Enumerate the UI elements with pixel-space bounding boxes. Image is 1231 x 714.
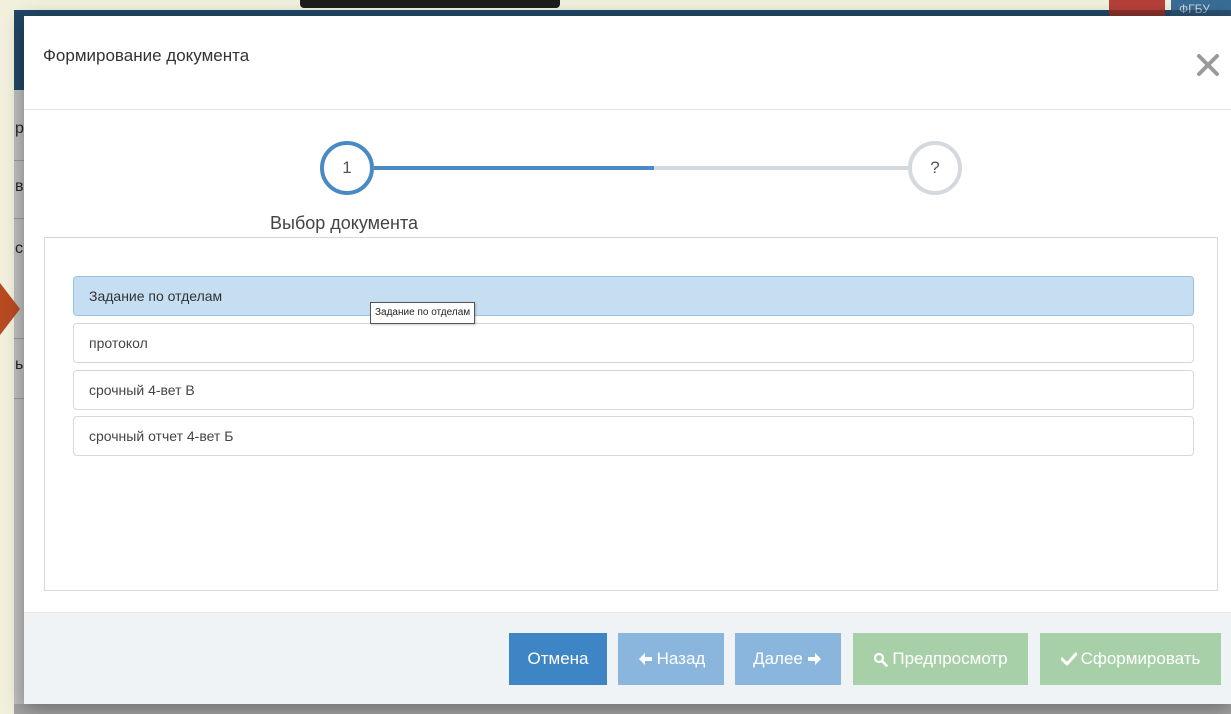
back-button-label: Назад xyxy=(656,649,706,668)
generate-button[interactable]: Сформировать xyxy=(1040,633,1221,685)
next-button[interactable]: Далее xyxy=(735,633,841,685)
modal-header: Формирование документа xyxy=(24,16,1231,110)
cancel-button[interactable]: Отмена xyxy=(509,633,607,685)
document-item[interactable]: срочный отчет 4-вет Б xyxy=(73,416,1194,456)
wizard-stepper: 1 ? Выбор документа xyxy=(24,111,1231,241)
modal-title: Формирование документа xyxy=(43,46,250,65)
stepper-progress-done xyxy=(374,166,654,170)
close-icon[interactable] xyxy=(1195,52,1221,78)
tooltip: Задание по отделам xyxy=(370,302,476,324)
check-icon xyxy=(1060,652,1077,666)
document-generation-modal: Формирование документа 1 ? Выбор докумен… xyxy=(24,16,1231,704)
arrow-right-icon xyxy=(807,651,823,667)
preview-button[interactable]: Предпросмотр xyxy=(853,633,1028,685)
search-icon xyxy=(873,652,889,667)
background-heading xyxy=(300,0,560,8)
stepper-progress-remaining xyxy=(654,166,914,170)
modal-footer: Отмена Назад Далее Предпросмотр Сформиро… xyxy=(24,612,1231,704)
document-list: Задание по отделам протокол срочный 4-ве… xyxy=(44,237,1218,591)
generate-button-label: Сформировать xyxy=(1080,649,1201,668)
step-1-indicator: 1 xyxy=(320,141,374,195)
back-button[interactable]: Назад xyxy=(618,633,724,685)
arrow-left-icon xyxy=(637,651,653,667)
document-item-selected[interactable]: Задание по отделам xyxy=(73,276,1194,316)
document-item[interactable]: протокол xyxy=(73,323,1194,363)
current-step-label: Выбор документа xyxy=(270,213,419,233)
pointer-arrow-icon xyxy=(0,283,20,335)
preview-button-label: Предпросмотр xyxy=(892,649,1008,668)
next-button-label: Далее xyxy=(753,649,803,668)
cancel-button-label: Отмена xyxy=(527,649,589,668)
step-2-indicator: ? xyxy=(908,141,962,195)
document-item[interactable]: срочный 4-вет В xyxy=(73,370,1194,410)
